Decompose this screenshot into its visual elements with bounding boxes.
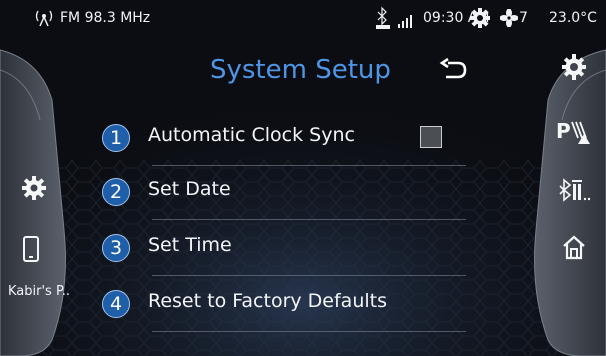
menu-item-label: Set Date [148, 178, 231, 200]
page-title: System Setup [210, 55, 391, 85]
divider [152, 165, 466, 166]
back-arrow-icon[interactable] [438, 58, 468, 84]
settings-gear-icon[interactable] [22, 176, 46, 200]
menu-item-label: Set Time [148, 234, 232, 256]
item-number-badge: 2 [102, 178, 130, 206]
fan-speed-value: 7 [519, 10, 528, 26]
bluetooth-audio-icon[interactable] [558, 176, 592, 204]
parking-sensor-icon[interactable]: P [556, 116, 592, 146]
radio-antenna-icon [35, 10, 53, 27]
menu-item-set-time[interactable]: 3 Set Time [96, 226, 470, 276]
svg-text:P: P [556, 119, 571, 143]
settings-gear-icon[interactable] [562, 54, 586, 80]
signal-icon [398, 15, 412, 28]
gear-icon [470, 8, 490, 28]
divider [152, 219, 466, 220]
item-number-badge: 4 [102, 290, 130, 318]
menu-item-automatic-clock-sync[interactable]: 1 Automatic Clock Sync [96, 116, 470, 166]
divider [152, 331, 466, 332]
item-number-badge: 1 [102, 124, 130, 152]
home-icon[interactable] [562, 234, 586, 260]
connected-device-name[interactable]: Kabir's P.. [8, 284, 70, 299]
menu-item-set-date[interactable]: 2 Set Date [96, 170, 470, 220]
infotainment-screen: FM 98.3 MHz 09:30 AM 7 23.0°C System Set… [0, 0, 606, 356]
menu-item-reset-to-factory-defaults[interactable]: 4 Reset to Factory Defaults [96, 282, 470, 332]
bluetooth-phone-icon [376, 6, 412, 29]
divider [152, 275, 466, 276]
fan-icon [500, 9, 518, 27]
item-number-badge: 3 [102, 234, 130, 262]
status-bar: FM 98.3 MHz 09:30 AM 7 23.0°C [0, 0, 606, 40]
phone-icon[interactable] [22, 236, 40, 262]
temperature-value: 23.0°C [549, 10, 597, 26]
clock-sync-checkbox[interactable] [420, 126, 442, 148]
menu-item-label: Reset to Factory Defaults [148, 290, 387, 312]
radio-station-label: FM 98.3 MHz [60, 10, 151, 26]
menu-item-label: Automatic Clock Sync [148, 124, 355, 146]
